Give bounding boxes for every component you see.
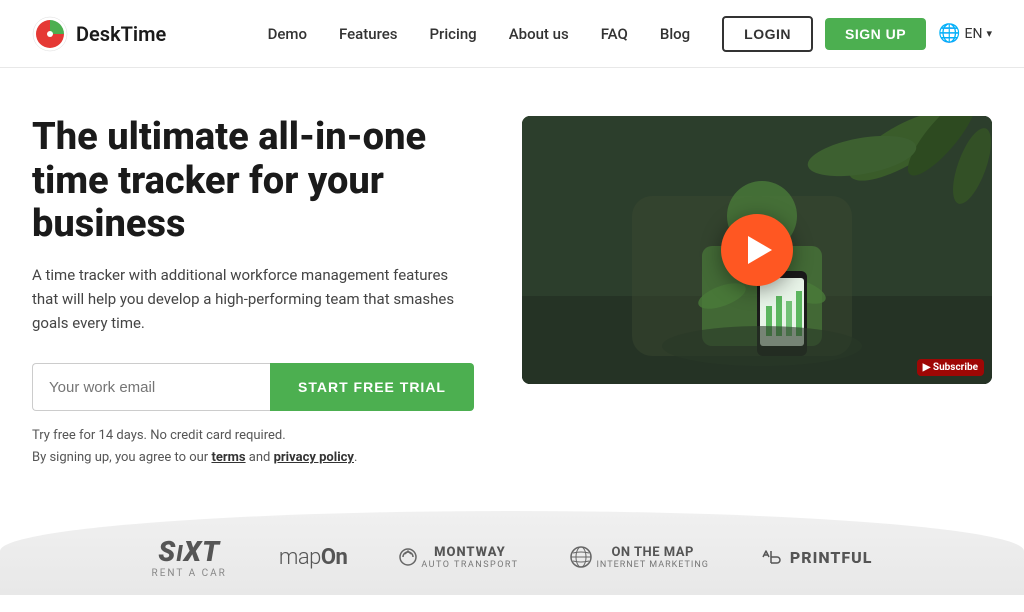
nav-features[interactable]: Features [339,25,397,43]
hero-subtitle: A time tracker with additional workforce… [32,263,474,335]
login-button[interactable]: LOGIN [722,16,813,52]
hero-section: The ultimate all-in-one time tracker for… [0,68,1024,501]
main-nav: Demo Features Pricing About us FAQ Blog [268,25,691,43]
printful-icon [761,549,785,565]
language-selector[interactable]: 🌐 EN ▾ [938,23,992,44]
brand-mapon: mapOn [279,545,348,570]
hero-left: The ultimate all-in-one time tracker for… [32,116,474,469]
fine-print: Try free for 14 days. No credit card req… [32,425,474,469]
youtube-badge: ▶ Subscribe [917,359,984,376]
chevron-down-icon: ▾ [986,27,992,40]
play-button-wrap [721,214,793,286]
header: DeskTime Demo Features Pricing About us … [0,0,1024,68]
header-actions: LOGIN SIGN UP 🌐 EN ▾ [722,16,992,52]
nav-demo[interactable]: Demo [268,25,307,43]
hero-video[interactable]: ▶ Subscribe [522,116,992,384]
brand-printful: PRINTFUL [761,548,873,567]
and-text: and [246,450,274,465]
fine-print-line2: By signing up, you agree to our [32,450,211,465]
brand-sixt: SIXT rent a car [152,535,227,579]
nav-about[interactable]: About us [509,25,569,43]
signup-button[interactable]: SIGN UP [825,18,926,50]
nav-blog[interactable]: Blog [660,25,690,43]
nav-pricing[interactable]: Pricing [429,25,476,43]
montway-icon [399,548,417,566]
email-input[interactable] [32,363,270,411]
brands-section: SIXT rent a car mapOn MONTWAY AUTO TRANS… [0,511,1024,595]
brand-montway: MONTWAY AUTO TRANSPORT [399,545,518,570]
cta-row: START FREE TRIAL [32,363,474,411]
fine-print-end: . [354,450,357,465]
start-trial-button[interactable]: START FREE TRIAL [270,363,474,411]
youtube-icon: ▶ Subscribe [923,362,978,373]
play-button[interactable] [721,214,793,286]
hero-title: The ultimate all-in-one time tracker for… [32,116,474,247]
fine-print-line1: Try free for 14 days. No credit card req… [32,428,286,443]
logo[interactable]: DeskTime [32,16,166,52]
brand-onthemap: ON THE MAP INTERNET MARKETING [570,545,708,570]
terms-link[interactable]: terms [211,450,245,465]
video-background: ▶ Subscribe [522,116,992,384]
globe-icon: 🌐 [938,23,960,44]
nav-faq[interactable]: FAQ [601,25,628,43]
lang-label: EN [965,26,983,42]
logo-icon [32,16,68,52]
onthemap-icon [570,546,592,568]
logo-text: DeskTime [76,22,166,46]
privacy-link[interactable]: privacy policy [274,450,354,465]
play-icon [748,236,772,264]
